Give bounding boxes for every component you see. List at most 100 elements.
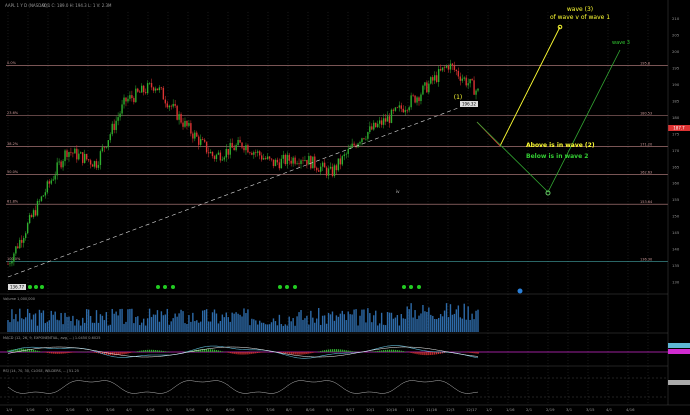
price-axis-tick: 130 bbox=[672, 280, 680, 285]
volume-bar bbox=[469, 319, 471, 332]
volume-bar bbox=[223, 317, 226, 332]
volume-bar bbox=[34, 313, 37, 332]
volume-bar bbox=[347, 311, 349, 332]
candle-body bbox=[46, 181, 49, 193]
candle-body bbox=[176, 105, 178, 120]
candle-body bbox=[74, 148, 76, 154]
candle-body bbox=[82, 152, 84, 163]
candle-body bbox=[137, 88, 139, 92]
macd-bar bbox=[381, 350, 383, 352]
date-axis-tick: 1/16 bbox=[26, 407, 35, 412]
price-axis-tick: 170 bbox=[672, 148, 680, 153]
volume-bar bbox=[125, 321, 127, 332]
date-axis-tick: 4/1 bbox=[126, 407, 133, 412]
macd-bar bbox=[339, 349, 341, 352]
candle-body bbox=[298, 163, 300, 165]
volume-bar bbox=[377, 325, 379, 332]
volume-bar bbox=[339, 313, 342, 332]
candle-body bbox=[178, 114, 180, 120]
candle-body bbox=[158, 87, 161, 91]
date-axis-tick: 3/16 bbox=[106, 407, 115, 412]
volume-bar bbox=[44, 323, 47, 332]
candle-body bbox=[274, 159, 277, 167]
volume-bar bbox=[200, 321, 202, 332]
date-axis-tick: 11/1 bbox=[406, 407, 415, 412]
candle-body bbox=[85, 153, 88, 160]
volume-bar bbox=[129, 308, 131, 332]
candle-body bbox=[201, 139, 204, 140]
candle-body bbox=[38, 200, 41, 202]
macd-bar bbox=[390, 349, 393, 352]
candle-body bbox=[15, 246, 17, 254]
macd-bar bbox=[156, 350, 159, 352]
macd-bar bbox=[324, 350, 326, 352]
volume-bar bbox=[404, 318, 406, 332]
candle-body bbox=[139, 91, 141, 93]
volume-bar bbox=[85, 309, 88, 332]
candle-body bbox=[52, 179, 54, 181]
macd-bar bbox=[255, 352, 257, 354]
chart-workspace[interactable]: AAPL 1 Y D (NASDAQ) O: 1 C: 189.0 H: 194… bbox=[0, 0, 690, 415]
low-price-tag-text: 136.77 bbox=[10, 285, 24, 290]
candle-body bbox=[282, 154, 285, 159]
candle-body bbox=[80, 152, 82, 154]
candle-body bbox=[95, 161, 98, 168]
volume-bar bbox=[190, 321, 192, 332]
candle-body bbox=[426, 82, 428, 93]
volume-bar bbox=[178, 313, 180, 332]
candle-body bbox=[28, 215, 31, 224]
volume-bar bbox=[365, 322, 367, 332]
macd-bar bbox=[298, 352, 300, 355]
volume-bar bbox=[48, 320, 50, 332]
volume-bar bbox=[168, 324, 170, 332]
candle-body bbox=[87, 159, 90, 161]
candle-body bbox=[7, 263, 9, 265]
volume-bar bbox=[229, 321, 231, 332]
volume-bar bbox=[430, 314, 432, 332]
volume-bar bbox=[471, 313, 473, 332]
candle-body bbox=[422, 85, 424, 95]
volume-bar bbox=[99, 314, 102, 332]
date-axis-tick: 8/16 bbox=[306, 407, 315, 412]
volume-bar bbox=[447, 317, 450, 332]
volume-bar bbox=[436, 319, 438, 332]
volume-bar bbox=[76, 319, 78, 332]
macd-bar bbox=[325, 349, 328, 352]
volume-bar bbox=[166, 308, 168, 332]
candle-body bbox=[17, 246, 19, 249]
candle-body bbox=[371, 126, 373, 130]
macd-bar bbox=[162, 350, 164, 352]
candle-body bbox=[323, 162, 326, 168]
candle-body bbox=[396, 107, 399, 109]
candle-body bbox=[182, 122, 184, 127]
candle-body bbox=[467, 83, 469, 86]
price-axis-tick: 165 bbox=[672, 164, 680, 169]
volume-bar bbox=[369, 313, 371, 332]
volume-bar bbox=[56, 319, 58, 332]
candle-body bbox=[428, 83, 430, 93]
candle-body bbox=[172, 103, 174, 107]
date-axis-tick: 7/16 bbox=[266, 407, 275, 412]
volume-bar bbox=[353, 309, 355, 332]
candle-body bbox=[64, 150, 66, 162]
macd-bar bbox=[436, 352, 438, 355]
volume-bar bbox=[251, 318, 253, 332]
macd-bar bbox=[388, 349, 391, 352]
volume-bar bbox=[457, 305, 460, 332]
volume-bar bbox=[97, 322, 100, 332]
candle-body bbox=[257, 151, 259, 153]
candle-body bbox=[107, 140, 109, 148]
price-axis-tick: 155 bbox=[672, 197, 680, 202]
macd-bar bbox=[327, 349, 330, 352]
fib-price-label: 195.8 bbox=[640, 61, 650, 65]
volume-bar bbox=[111, 308, 113, 332]
candle-body bbox=[361, 138, 363, 143]
candle-body bbox=[290, 160, 292, 164]
volume-bar bbox=[42, 310, 45, 332]
volume-bar bbox=[455, 309, 458, 332]
volume-bar bbox=[359, 315, 361, 332]
fib-label: 50.0% bbox=[7, 170, 19, 174]
macd-bar bbox=[217, 350, 220, 352]
macd-bar bbox=[294, 352, 296, 355]
volume-bar bbox=[113, 313, 115, 332]
